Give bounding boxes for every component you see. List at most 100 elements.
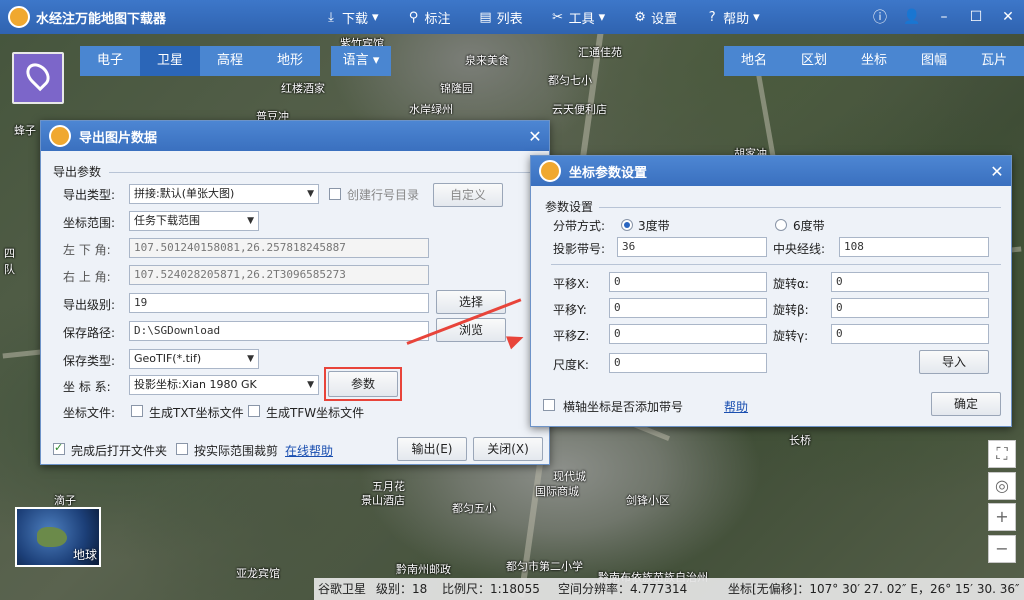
import-button[interactable]: 导入 (919, 350, 989, 374)
locate-button[interactable]: ◎ (988, 472, 1016, 500)
map-label: 现代城 (553, 470, 586, 483)
tab-electronic[interactable]: 电子 (80, 46, 140, 76)
menu-download[interactable]: ⤓ 下载 ▾ (310, 0, 393, 34)
list-icon: ▤ (479, 9, 492, 25)
tab-sheet[interactable]: 图幅 (904, 46, 964, 76)
tab-elevation[interactable]: 高程 (200, 46, 260, 76)
app-logo-icon (8, 6, 30, 28)
save-type-select[interactable]: GeoTIF(*.tif) ▼ (129, 349, 259, 369)
dy-field[interactable]: 0 (609, 298, 767, 318)
close-button[interactable]: 关闭(X) (473, 437, 543, 461)
coordinate-params-dialog: 坐标参数设置 ✕ 参数设置 分带方式: 3度带 6度带 投影带号: 36 中央经… (530, 155, 1012, 427)
globe-icon (49, 125, 71, 147)
zone3-radio[interactable] (621, 219, 633, 231)
ry-field[interactable]: 0 (831, 298, 989, 318)
minimize-icon[interactable]: – (928, 9, 960, 25)
menu-settings[interactable]: ⚙ 设置 (619, 0, 691, 34)
ry-label: 旋转β: (773, 303, 809, 317)
globe-icon (539, 160, 561, 182)
tfw-checkbox[interactable] (248, 405, 260, 417)
chevron-down-icon: ▼ (247, 354, 254, 364)
zone-number-field[interactable]: 36 (617, 237, 767, 257)
divider (551, 264, 1001, 265)
crop-checkbox[interactable] (176, 443, 188, 455)
zoom-out-button[interactable]: − (988, 535, 1016, 563)
upper-right-label: 右 上 角: (63, 270, 111, 284)
rx-field[interactable]: 0 (831, 272, 989, 292)
info-icon[interactable]: ⓘ (864, 7, 896, 27)
crs-select[interactable]: 投影坐标:Xian 1980 GK ▼ (129, 375, 319, 395)
help-link[interactable]: 帮助 (724, 398, 748, 415)
params-button[interactable]: 参数 (328, 371, 398, 397)
language-dropdown[interactable]: 语言 ▾ (331, 46, 391, 76)
zone6-label: 6度带 (793, 219, 825, 233)
range-select[interactable]: 任务下载范围 ▼ (129, 211, 259, 231)
chevron-down-icon: ▼ (307, 380, 314, 390)
menu-help[interactable]: ? 帮助 ▾ (691, 0, 774, 34)
dx-field[interactable]: 0 (609, 272, 767, 292)
ok-button[interactable]: 确定 (931, 392, 1001, 416)
export-button[interactable]: 输出(E) (397, 437, 467, 461)
open-folder-checkbox[interactable] (53, 441, 65, 455)
scale-field[interactable]: 0 (609, 353, 767, 373)
lower-left-label: 左 下 角: (63, 243, 111, 257)
tab-tile[interactable]: 瓦片 (964, 46, 1024, 76)
dialog-title-bar: 坐标参数设置 ✕ (531, 156, 1011, 186)
txt-checkbox[interactable] (131, 405, 143, 417)
range-label: 坐标范围: (63, 216, 116, 230)
tab-division[interactable]: 区划 (784, 46, 844, 76)
locate-icon: ◎ (995, 476, 1009, 495)
map-label: 剑锋小区 (626, 494, 670, 507)
create-dir-label: 创建行号目录 (347, 188, 420, 202)
browse-button[interactable]: 浏览 (436, 318, 506, 342)
tab-placename[interactable]: 地名 (724, 46, 784, 76)
tab-coordinate[interactable]: 坐标 (844, 46, 904, 76)
zone6-radio[interactable] (775, 219, 787, 231)
zoom-in-button[interactable]: + (988, 503, 1016, 531)
chevron-down-icon: ▾ (372, 9, 379, 25)
user-icon[interactable]: 👤 (896, 9, 928, 25)
central-meridian-label: 中央经线: (773, 242, 826, 256)
maximize-icon[interactable]: ☐ (960, 9, 992, 25)
map-label: 泉来美食 (465, 54, 509, 67)
tab-terrain[interactable]: 地形 (260, 46, 320, 76)
close-icon[interactable]: ✕ (521, 127, 549, 146)
status-resolution: 空间分辨率：4.777314 (558, 582, 688, 596)
chevron-down-icon: ▾ (753, 9, 760, 25)
custom-button[interactable]: 自定义 (433, 183, 503, 207)
menu-annotate[interactable]: ⚲ 标注 (393, 0, 465, 34)
tab-satellite[interactable]: 卫星 (140, 46, 200, 76)
export-type-select[interactable]: 拼接:默认(单张大图) ▼ (129, 184, 319, 204)
level-field[interactable]: 19 (129, 293, 429, 313)
txt-label: 生成TXT坐标文件 (149, 406, 244, 420)
path-label: 保存路径: (63, 326, 116, 340)
dialog-title-bar: 导出图片数据 ✕ (41, 121, 549, 151)
rx-label: 旋转α: (773, 277, 809, 291)
dialog-title: 导出图片数据 (79, 130, 158, 146)
upper-right-field[interactable]: 107.524028205871,26.2T3096585273 (129, 265, 429, 285)
tfw-label: 生成TFW坐标文件 (266, 406, 365, 420)
dialog-title: 坐标参数设置 (569, 165, 648, 181)
menu-list[interactable]: ▤ 列表 (465, 0, 537, 34)
save-type-label: 保存类型: (63, 354, 116, 368)
lower-left-field[interactable]: 107.501240158081,26.257818245887 (129, 238, 429, 258)
map-label: 队 (4, 263, 15, 276)
rz-field[interactable]: 0 (831, 324, 989, 344)
fullscreen-button[interactable]: ⛶ (988, 440, 1016, 468)
add-zone-label: 横轴坐标是否添加带号 (563, 400, 684, 414)
globe-switch[interactable]: 地球 (15, 507, 101, 567)
globe-label: 地球 (72, 548, 97, 562)
close-icon[interactable]: ✕ (992, 9, 1024, 25)
zone3-label: 3度带 (638, 219, 670, 233)
path-field[interactable]: D:\SGDownload (129, 321, 429, 341)
close-icon[interactable]: ✕ (983, 162, 1011, 181)
open-folder-label: 完成后打开文件夹 (71, 444, 168, 458)
main-menu: ⤓ 下载 ▾ ⚲ 标注 ▤ 列表 ✂ 工具 ▾ ⚙ 设置 ? 帮助 ▾ (310, 0, 774, 34)
menu-tools[interactable]: ✂ 工具 ▾ (537, 0, 620, 34)
add-zone-checkbox[interactable] (543, 399, 555, 411)
online-help-link[interactable]: 在线帮助 (285, 442, 333, 459)
create-dir-checkbox[interactable] (329, 188, 341, 200)
central-meridian-field[interactable]: 108 (839, 237, 989, 257)
dx-label: 平移X: (553, 277, 590, 291)
dz-field[interactable]: 0 (609, 324, 767, 344)
